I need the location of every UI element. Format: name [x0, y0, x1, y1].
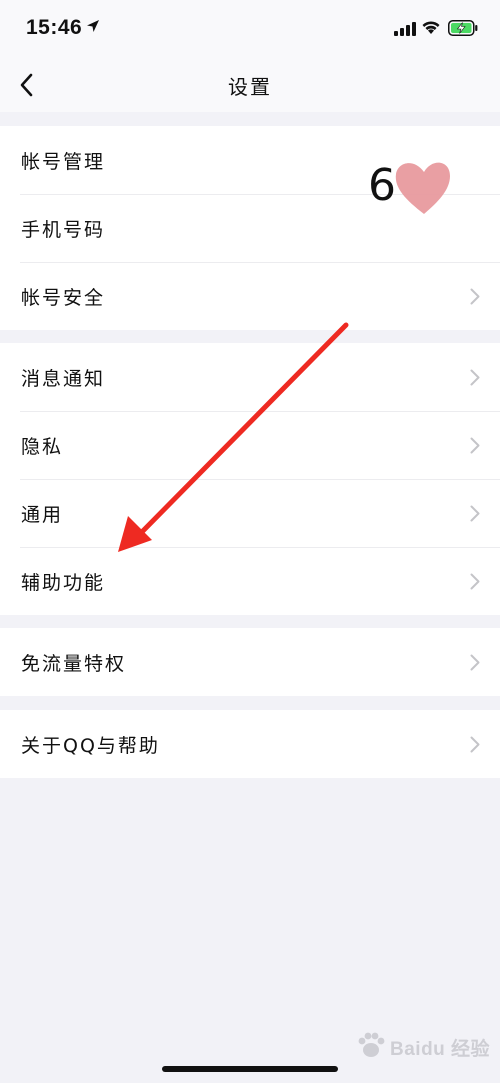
paw-icon [358, 1032, 385, 1057]
settings-item-privacy[interactable]: 隐私 [0, 411, 500, 479]
chevron-right-icon [470, 654, 480, 671]
nav-bar: 设置 [0, 58, 500, 112]
settings-item-label: 免流量特权 [21, 653, 127, 675]
settings-item-label: 关于QQ与帮助 [21, 735, 160, 757]
home-indicator[interactable] [162, 1066, 338, 1072]
chevron-right-icon [470, 505, 480, 522]
heart-sticker: 6 [368, 160, 450, 214]
settings-item-label: 通用 [21, 504, 64, 526]
settings-item-account-security[interactable]: 帐号安全 [0, 262, 500, 330]
chevron-right-icon [470, 288, 480, 305]
preferences-group: 消息通知 隐私 通用 辅助功能 [0, 343, 500, 615]
chevron-right-icon [470, 736, 480, 753]
settings-item-label: 手机号码 [21, 219, 106, 241]
watermark: Baidu 经验 [356, 1026, 496, 1066]
cellular-signal-icon [394, 22, 416, 36]
settings-item-label: 帐号安全 [21, 287, 106, 309]
settings-item-accessibility[interactable]: 辅助功能 [0, 547, 500, 615]
location-arrow-icon [87, 20, 99, 32]
settings-item-notifications[interactable]: 消息通知 [0, 343, 500, 411]
settings-item-free-data-privilege[interactable]: 免流量特权 [0, 628, 500, 696]
chevron-right-icon [470, 369, 480, 386]
chevron-right-icon [470, 437, 480, 454]
wifi-icon [422, 21, 440, 34]
settings-item-label: 帐号管理 [21, 151, 106, 173]
settings-item-general[interactable]: 通用 [0, 479, 500, 547]
settings-item-label: 消息通知 [21, 368, 106, 390]
sticker-text: 6 [368, 160, 396, 211]
watermark-text: Baidu 经验 [390, 1039, 491, 1060]
settings-item-about-and-help[interactable]: 关于QQ与帮助 [0, 710, 500, 778]
status-bar: 15:46 [0, 0, 500, 58]
page-title: 设置 [228, 75, 272, 99]
battery-charging-icon [448, 20, 478, 36]
data-free-group: 免流量特权 [0, 628, 500, 696]
chevron-right-icon [470, 573, 480, 590]
settings-item-label: 隐私 [21, 436, 64, 458]
status-time: 15:46 [26, 16, 83, 39]
about-group: 关于QQ与帮助 [0, 710, 500, 778]
settings-item-label: 辅助功能 [21, 572, 106, 594]
